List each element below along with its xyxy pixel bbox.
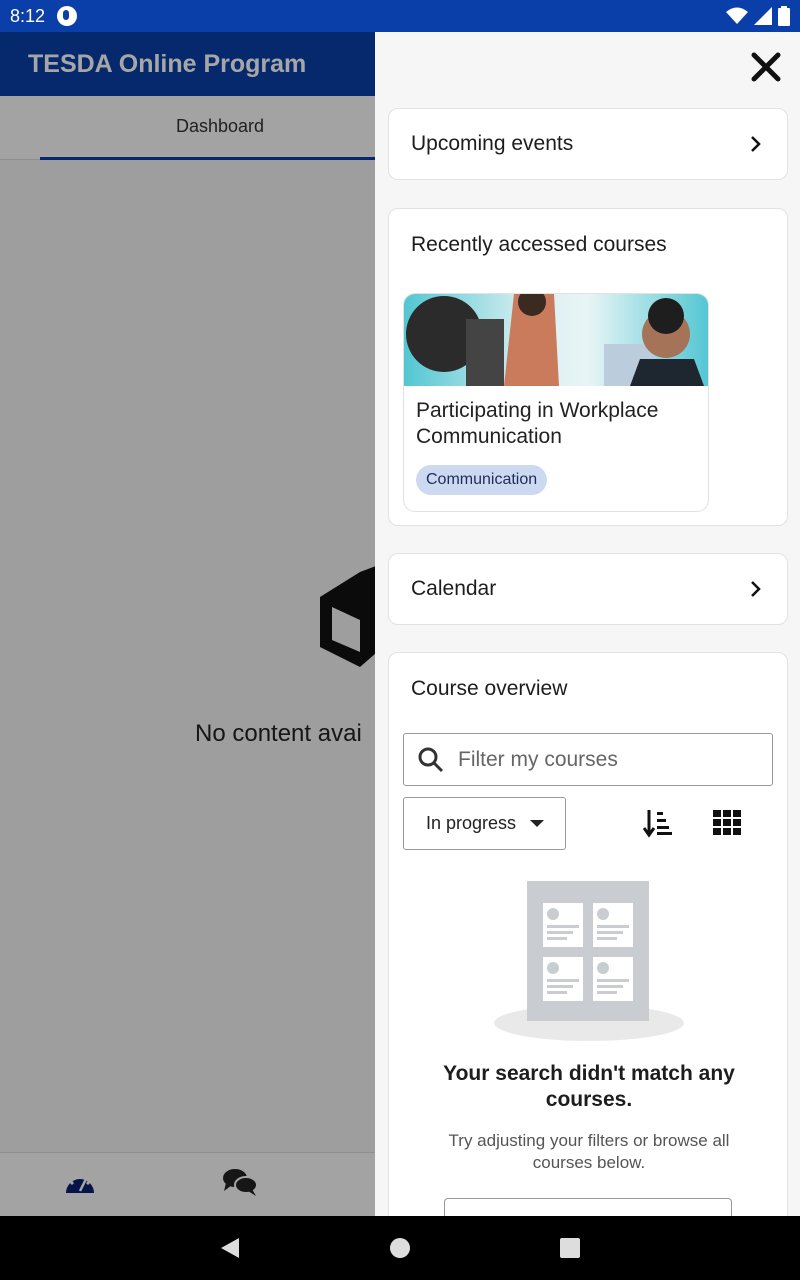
- caret-down-icon: [530, 820, 545, 827]
- search-icon: [418, 747, 444, 772]
- system-nav-bar: [0, 1216, 800, 1280]
- close-icon[interactable]: [749, 50, 783, 84]
- calendar-card[interactable]: Calendar: [388, 553, 788, 625]
- wifi-icon: [726, 7, 748, 24]
- chevron-right-icon: [751, 136, 761, 152]
- no-match-hint: Try adjusting your filters or browse all…: [448, 1131, 730, 1172]
- app-notification-icon: [57, 6, 78, 26]
- course-name: Participating in Workplace Communication: [416, 399, 659, 448]
- recent-courses-title: Recently accessed courses: [411, 233, 667, 256]
- home-icon[interactable]: [389, 1236, 411, 1260]
- filter-courses-field: [403, 733, 773, 786]
- signal-icon: [754, 7, 772, 25]
- side-drawer: Upcoming events Recently accessed course…: [375, 32, 800, 1216]
- course-overview-card: Course overview In progress: [388, 652, 788, 1216]
- browse-all-courses-button[interactable]: [444, 1198, 732, 1216]
- chevron-right-icon: [751, 581, 761, 597]
- status-icons: [726, 6, 790, 26]
- course-overview-title: Course overview: [411, 677, 568, 700]
- status-time: 8:12: [10, 5, 46, 26]
- upcoming-events-title: Upcoming events: [411, 132, 574, 155]
- upcoming-events-card[interactable]: Upcoming events: [388, 108, 788, 180]
- grid-view-icon[interactable]: [711, 808, 743, 838]
- filter-courses-input[interactable]: [458, 747, 738, 772]
- empty-courses-illustration: [494, 881, 684, 1041]
- sort-icon[interactable]: [643, 808, 673, 838]
- course-status-select[interactable]: In progress: [403, 797, 566, 850]
- recent-courses-card: Recently accessed courses Participating …: [388, 208, 788, 526]
- course-card[interactable]: Participating in Workplace Communication…: [403, 293, 709, 512]
- battery-icon: [778, 6, 790, 26]
- status-bar: 8:12: [0, 0, 800, 32]
- course-category-badge: Communication: [416, 465, 548, 495]
- back-icon[interactable]: [219, 1236, 241, 1260]
- course-image: [404, 294, 708, 386]
- recents-icon[interactable]: [559, 1236, 581, 1260]
- course-status-value: In progress: [426, 813, 517, 833]
- calendar-title: Calendar: [411, 577, 497, 600]
- no-match-title: Your search didn't match any courses.: [443, 1062, 735, 1111]
